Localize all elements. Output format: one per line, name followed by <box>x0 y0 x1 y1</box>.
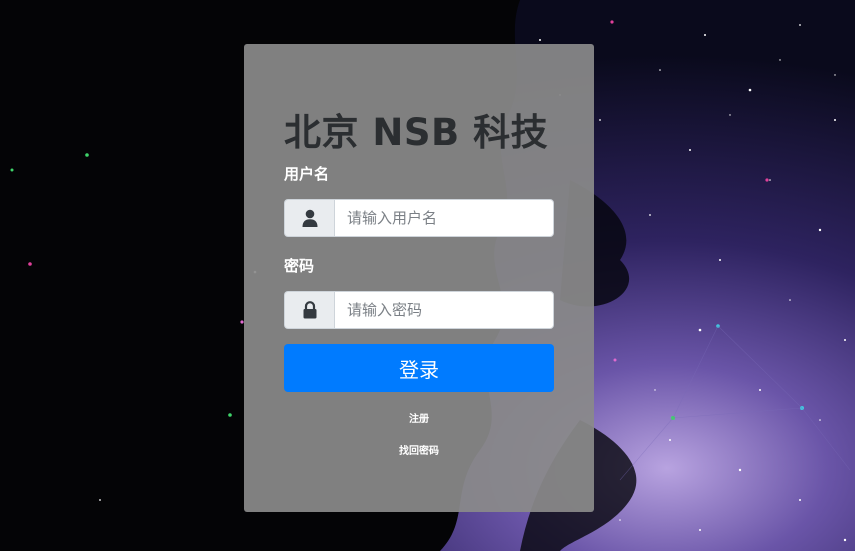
lock-icon <box>284 291 334 329</box>
username-input[interactable] <box>334 199 554 237</box>
username-input-group <box>284 199 554 237</box>
user-icon <box>284 199 334 237</box>
password-input-group <box>284 291 554 329</box>
login-title: 北京 NSB 科技 <box>284 111 549 154</box>
login-button[interactable]: 登录 <box>284 344 554 392</box>
login-card: 北京 NSB 科技 用户名 密码 登录 注册 找回密码 <box>244 44 594 512</box>
password-label: 密码 <box>284 257 315 275</box>
password-input[interactable] <box>334 291 554 329</box>
forgot-password-link[interactable]: 找回密码 <box>244 442 594 457</box>
username-label: 用户名 <box>284 165 330 183</box>
register-link[interactable]: 注册 <box>244 410 594 425</box>
